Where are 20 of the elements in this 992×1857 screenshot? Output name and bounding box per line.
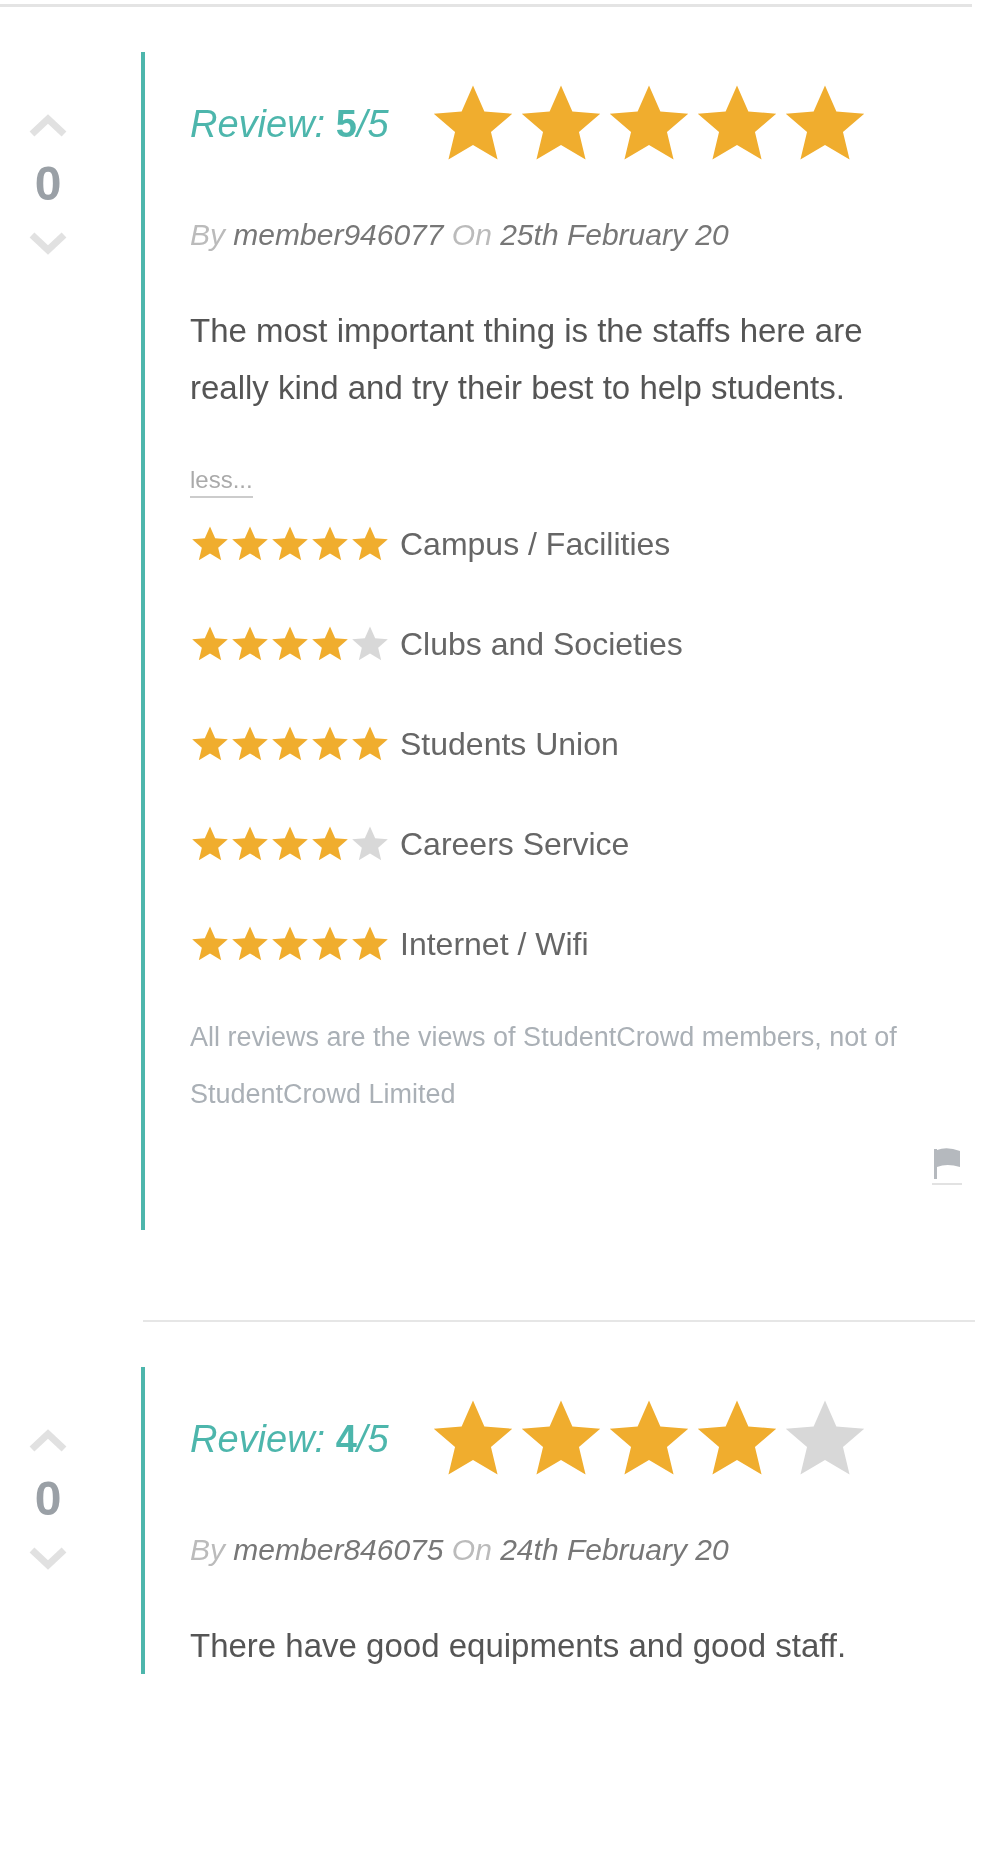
review-byline: By member946077 On 25th February 20 [190, 218, 730, 252]
review-score: Review: 5/5 [190, 102, 389, 146]
upvote-icon[interactable] [28, 1429, 68, 1453]
rating-category: Students Union [400, 725, 619, 763]
less-link[interactable]: less... [190, 466, 253, 498]
downvote-icon[interactable] [28, 1546, 68, 1570]
review-score: Review: 4/5 [190, 1417, 389, 1461]
disclaimer-text: All reviews are the views of StudentCrowd members, not of StudentCrowd Limited [190, 1021, 898, 1111]
rating-category: Campus / Facilities [400, 525, 671, 563]
rating-category: Internet / Wifi [400, 925, 589, 963]
upvote-icon[interactable] [28, 114, 68, 138]
rating-category: Clubs and Societies [400, 625, 683, 663]
downvote-icon[interactable] [28, 231, 68, 255]
review-text: There have good equipments and good staff. [190, 1626, 848, 1666]
rating-category: Careers Service [400, 825, 630, 863]
review-byline: By member846075 On 24th February 20 [190, 1533, 730, 1567]
review-text: The most important thing is the staffs here are really kind and try their best to help students. [190, 311, 864, 408]
vote-count: 0 [34, 1471, 62, 1526]
flag-icon[interactable] [932, 1145, 962, 1185]
vote-count: 0 [34, 156, 62, 211]
